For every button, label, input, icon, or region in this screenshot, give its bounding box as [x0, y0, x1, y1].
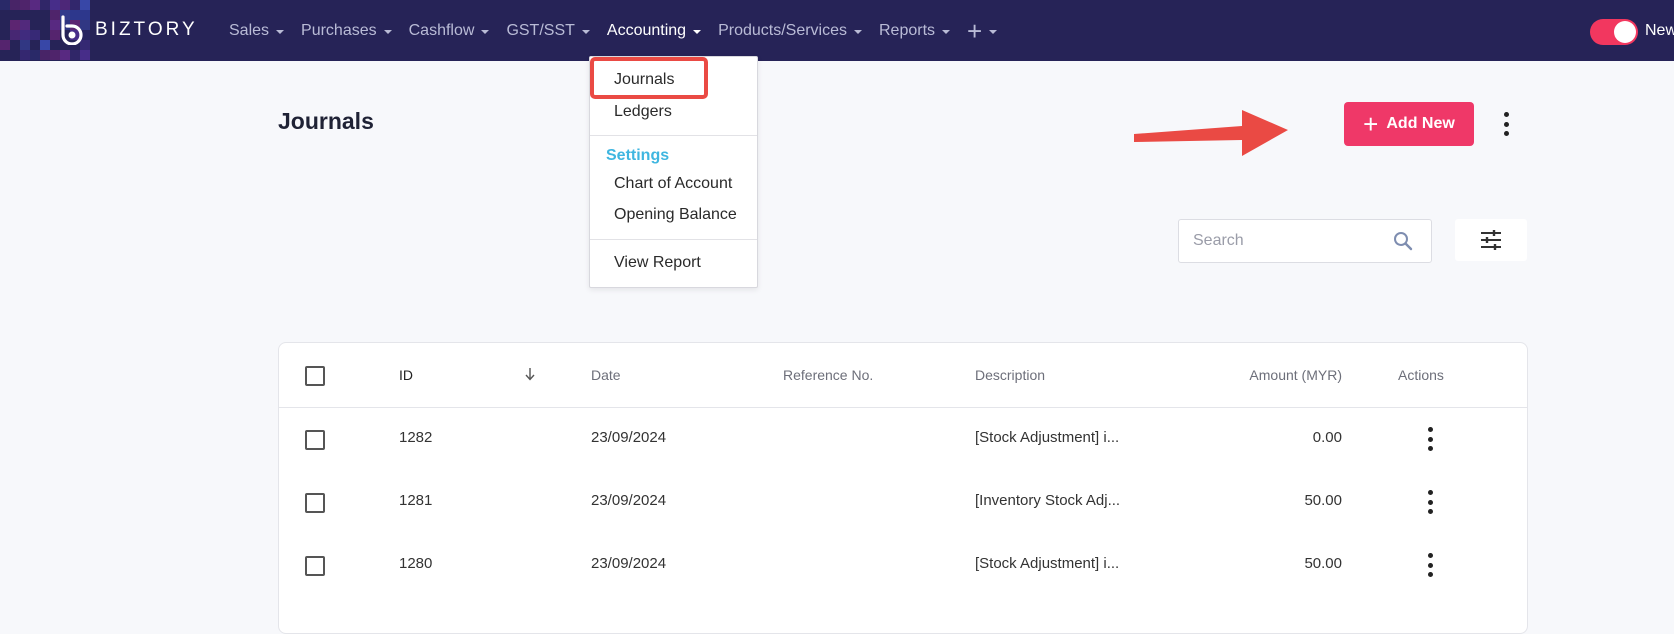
nav-purchases-label: Purchases	[301, 21, 377, 39]
cell-id: 1280	[399, 555, 433, 572]
main-nav: Sales Purchases Cashflow GST/SST Account…	[229, 0, 1014, 61]
nav-sales-label: Sales	[229, 21, 270, 39]
biztory-logo-icon	[61, 15, 83, 45]
menu-item-ledgers[interactable]: Ledgers	[614, 103, 672, 121]
cell-description: [Inventory Stock Adj...	[975, 492, 1121, 509]
sort-arrow-down-icon[interactable]	[524, 367, 536, 381]
menu-divider	[590, 239, 757, 240]
nav-gst-sst-label: GST/SST	[506, 21, 575, 39]
cell-date: 23/09/2024	[591, 429, 667, 446]
table-row[interactable]: 1280 23/09/2024 [Stock Adjustment] i... …	[279, 533, 1527, 596]
nav-reports-label: Reports	[879, 21, 936, 39]
brand-name[interactable]: BIZTORY	[95, 19, 198, 41]
nav-sales[interactable]: Sales	[229, 21, 285, 40]
nav-gst-sst[interactable]: GST/SST	[506, 21, 590, 40]
search-box	[1178, 219, 1432, 263]
column-header-date[interactable]: Date	[591, 367, 621, 383]
cell-id: 1282	[399, 429, 433, 446]
add-new-label: Add New	[1386, 115, 1455, 132]
add-new-button[interactable]: + Add New	[1344, 102, 1474, 146]
cell-description: [Stock Adjustment] i...	[975, 555, 1120, 572]
caret-down-icon	[693, 29, 702, 34]
annotation-arrow-icon	[1134, 110, 1288, 156]
nav-accounting[interactable]: Accounting	[606, 21, 702, 40]
cell-amount: 50.00	[1304, 492, 1342, 509]
column-header-actions: Actions	[1398, 367, 1444, 383]
menu-section-settings: Settings	[606, 147, 670, 164]
row-actions-icon[interactable]	[1420, 427, 1440, 451]
search-input[interactable]	[1191, 220, 1385, 262]
caret-down-icon	[989, 29, 998, 34]
menu-item-view-report[interactable]: View Report	[614, 254, 701, 272]
nav-cashflow[interactable]: Cashflow	[409, 22, 490, 40]
nav-products-services-label: Products/Services	[718, 21, 847, 39]
nav-quick-add[interactable]: +	[967, 15, 998, 46]
caret-down-icon	[854, 29, 862, 34]
new-ui-toggle[interactable]	[1590, 19, 1638, 45]
filter-settings-button[interactable]	[1455, 219, 1527, 261]
cell-date: 23/09/2024	[591, 492, 667, 509]
menu-divider	[590, 135, 757, 136]
table-row[interactable]: 1282 23/09/2024 [Stock Adjustment] i... …	[279, 407, 1527, 470]
row-actions-icon[interactable]	[1420, 490, 1440, 514]
nav-purchases[interactable]: Purchases	[301, 22, 392, 40]
annotation-highlight-box	[590, 57, 708, 99]
cell-amount: 0.00	[1312, 429, 1342, 446]
more-options-icon[interactable]	[1496, 112, 1516, 136]
menu-item-chart-of-account[interactable]: Chart of Account	[614, 175, 732, 193]
nav-cashflow-label: Cashflow	[408, 21, 475, 39]
table-row[interactable]: 1281 23/09/2024 [Inventory Stock Adj... …	[279, 470, 1527, 533]
toggle-knob	[1614, 21, 1636, 43]
cell-description: [Stock Adjustment] i...	[975, 429, 1120, 446]
nav-accounting-label: Accounting	[606, 21, 687, 39]
table-header-row: ID Date Reference No. Description Amount…	[279, 343, 1527, 408]
sliders-icon	[1481, 230, 1501, 250]
top-navbar: BIZTORY Sales Purchases Cashflow GST/SST…	[0, 0, 1674, 61]
column-header-description[interactable]: Description	[975, 367, 1045, 383]
select-all-checkbox[interactable]	[305, 366, 325, 386]
nav-reports[interactable]: Reports	[879, 21, 951, 40]
nav-products-services[interactable]: Products/Services	[718, 22, 862, 40]
caret-down-icon	[276, 29, 285, 34]
cell-date: 23/09/2024	[591, 555, 667, 572]
row-checkbox[interactable]	[305, 556, 325, 576]
row-checkbox[interactable]	[305, 493, 325, 513]
plus-icon: +	[1363, 109, 1379, 139]
journals-table: ID Date Reference No. Description Amount…	[278, 342, 1528, 634]
column-header-reference[interactable]: Reference No.	[783, 367, 873, 383]
plus-icon: +	[967, 15, 983, 46]
column-header-amount[interactable]: Amount (MYR)	[1222, 367, 1342, 383]
search-icon[interactable]	[1393, 231, 1413, 251]
caret-down-icon	[383, 29, 392, 34]
menu-item-opening-balance[interactable]: Opening Balance	[614, 206, 737, 224]
caret-down-icon	[581, 29, 590, 34]
row-actions-icon[interactable]	[1420, 553, 1440, 577]
toggle-label: New	[1645, 22, 1674, 39]
row-checkbox[interactable]	[305, 430, 325, 450]
cell-amount: 50.00	[1304, 555, 1342, 572]
cell-id: 1281	[399, 492, 433, 509]
caret-down-icon	[942, 29, 951, 34]
column-header-id[interactable]: ID	[399, 367, 413, 383]
caret-down-icon	[481, 29, 490, 34]
page-title: Journals	[278, 108, 374, 134]
